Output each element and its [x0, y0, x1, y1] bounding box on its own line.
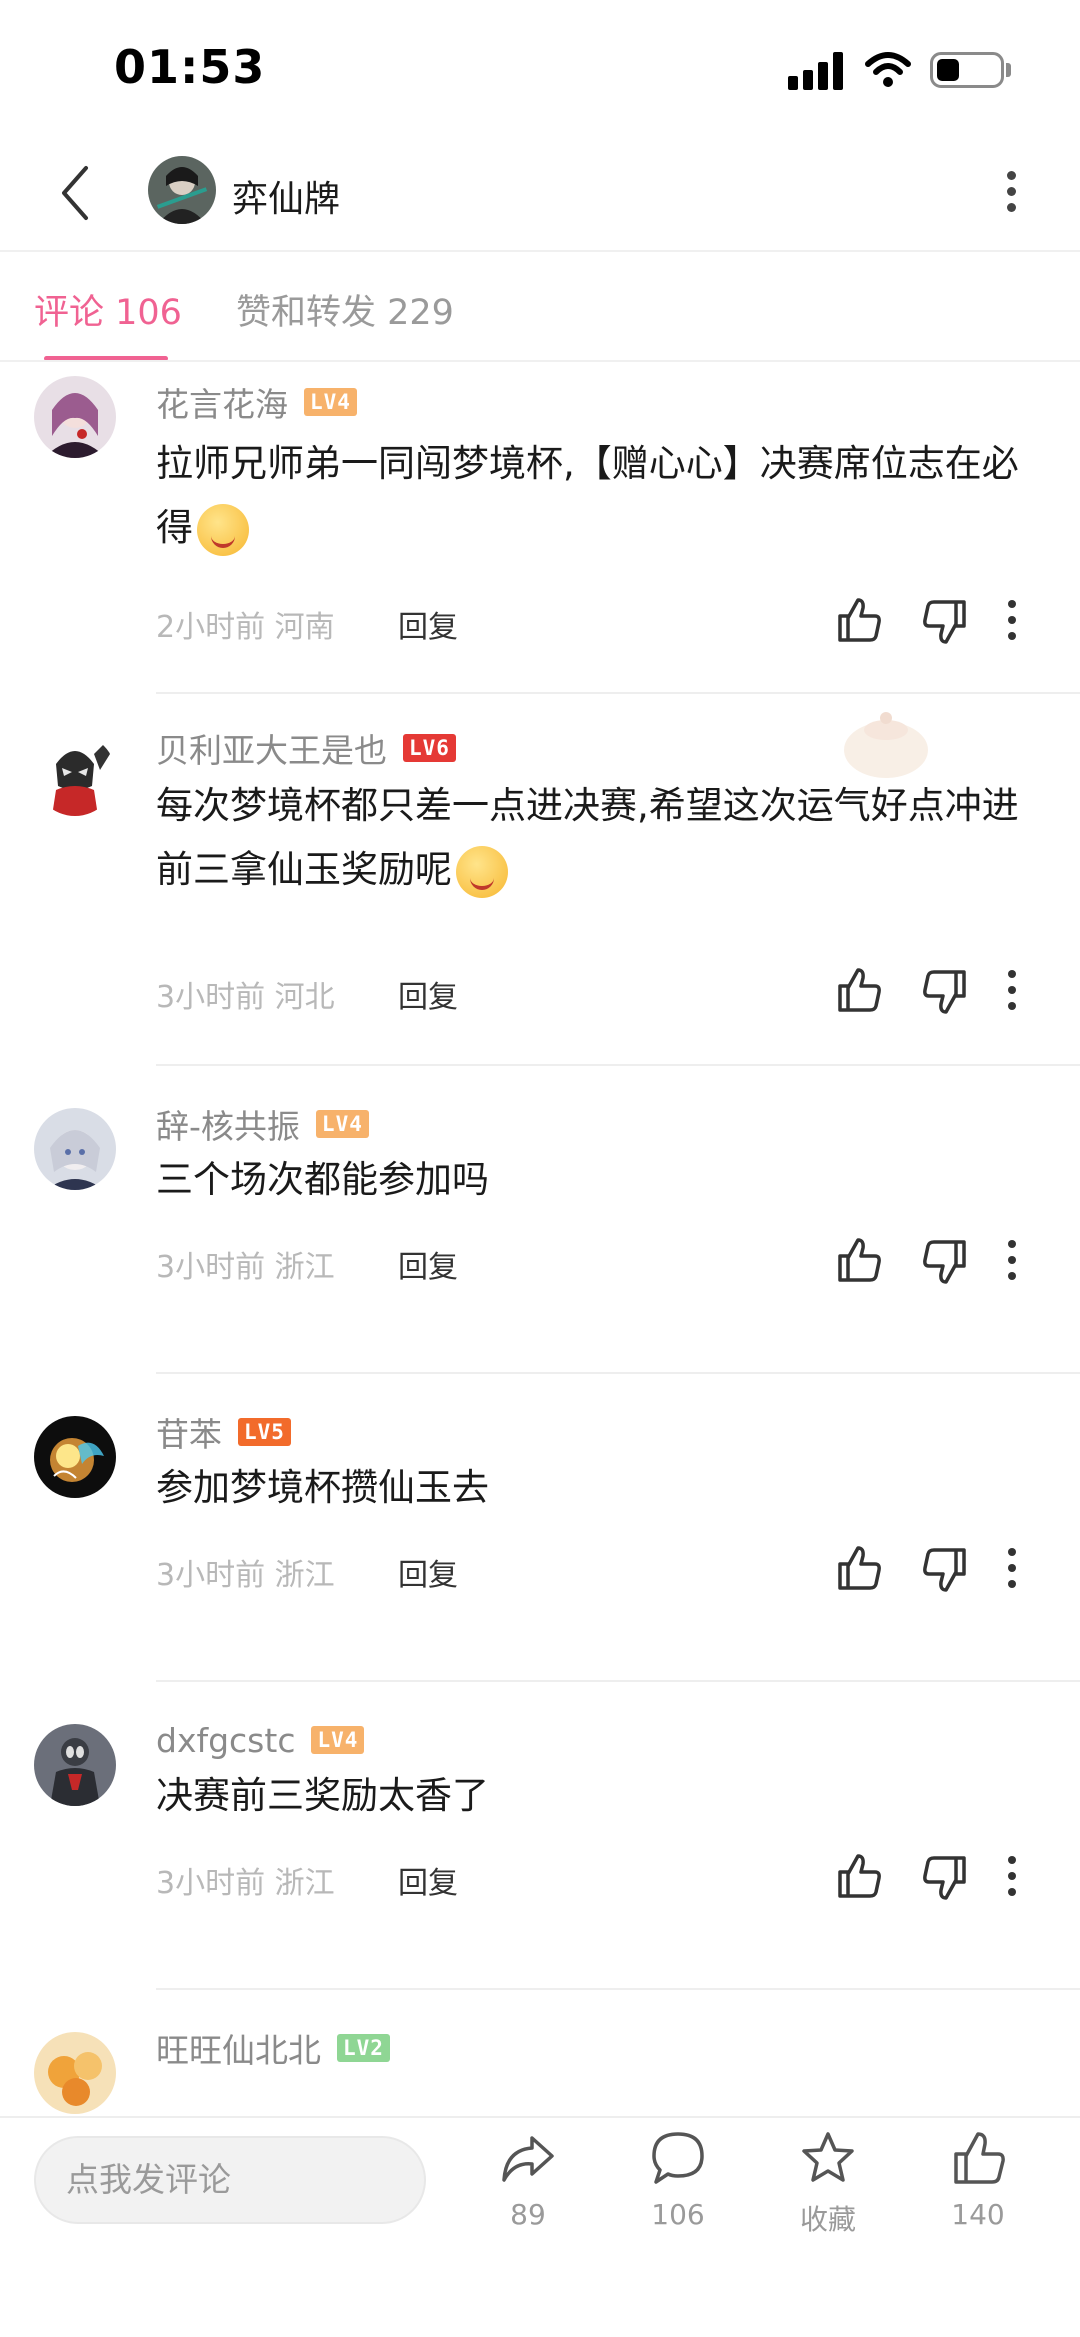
comment-text: 参加梦境杯攒仙玉去	[156, 1466, 489, 1509]
share-count: 89	[510, 2198, 546, 2231]
comment-header: 苷苯 LV5	[156, 1410, 291, 1454]
more-options-icon[interactable]	[996, 164, 1026, 224]
battery-tip	[1006, 63, 1011, 77]
username[interactable]: 花言花海	[156, 378, 288, 426]
avatar[interactable]	[34, 1108, 116, 1190]
like-count: 140	[951, 2198, 1005, 2231]
dislike-icon[interactable]	[918, 594, 974, 650]
emoji-icon	[456, 845, 508, 898]
avatar[interactable]	[34, 1724, 116, 1806]
status-time: 01:53	[114, 40, 266, 94]
reply-button[interactable]: 回复	[398, 1550, 458, 1594]
comment-divider	[156, 1372, 1080, 1374]
bottom-action-bar: 点我发评论 89 106 收藏 140	[0, 2116, 1080, 2337]
emoji-icon	[197, 503, 249, 556]
username[interactable]: 辞-核共振	[156, 1100, 300, 1148]
more-icon[interactable]	[1000, 1232, 1024, 1288]
level-badge: LV4	[311, 1726, 365, 1754]
more-icon[interactable]	[1000, 1540, 1024, 1596]
thumbs-up-icon	[954, 2132, 1005, 2184]
like-button[interactable]: 140	[918, 2128, 1038, 2268]
level-badge: LV2	[337, 2034, 390, 2062]
avatar[interactable]	[34, 1416, 116, 1498]
comment-time-location: 3小时前 浙江	[156, 1558, 335, 1593]
tab-likes-and-shares[interactable]: 赞和转发 229	[236, 284, 454, 335]
back-arrow-icon[interactable]	[48, 158, 108, 228]
avatar[interactable]	[34, 2032, 116, 2114]
comment-list: 花言花海 LV4 拉师兄师弟一同闯梦境杯,【赠心心】决赛席位志在必得 2小时前 …	[0, 362, 1080, 2116]
comment-button[interactable]: 106	[618, 2128, 738, 2268]
star-icon	[802, 2132, 854, 2182]
comment-input[interactable]: 点我发评论	[34, 2136, 426, 2224]
username[interactable]: 旺旺仙北北	[156, 2024, 321, 2072]
comment-header: 花言花海 LV4	[156, 380, 357, 424]
comment-divider	[156, 692, 1080, 694]
comment-text: 每次梦境杯都只差一点进决赛,希望这次运气好点冲进前三拿仙玉奖励呢	[156, 774, 1036, 902]
level-badge: LV4	[304, 388, 357, 416]
comment-header: 旺旺仙北北 LV2	[156, 2026, 390, 2070]
signal-icon	[788, 52, 844, 90]
favorite-button[interactable]: 收藏	[768, 2128, 888, 2268]
like-icon[interactable]	[830, 1848, 886, 1904]
like-icon[interactable]	[830, 592, 886, 648]
wifi-icon	[865, 52, 911, 87]
share-button[interactable]: 89	[468, 2128, 588, 2268]
comment-bubble-icon	[652, 2132, 704, 2184]
header-title: 弈仙牌	[232, 179, 341, 220]
reply-button[interactable]: 回复	[398, 972, 458, 1016]
level-badge: LV4	[315, 1110, 369, 1138]
battery-icon	[930, 52, 1004, 88]
status-bar: 01:53	[0, 0, 1080, 140]
comment-divider	[156, 1064, 1080, 1066]
comment-text: 拉师兄师弟一同闯梦境杯,【赠心心】决赛席位志在必得	[156, 432, 1036, 560]
avatar[interactable]	[34, 734, 116, 816]
like-icon[interactable]	[830, 962, 886, 1018]
share-icon	[502, 2136, 554, 2182]
like-icon[interactable]	[830, 1540, 886, 1596]
comment-time-location: 2小时前 河南	[156, 610, 335, 645]
reply-button[interactable]: 回复	[398, 1858, 458, 1902]
tab-comments[interactable]: 评论 106	[34, 284, 182, 335]
dislike-icon[interactable]	[918, 964, 974, 1020]
comment-time-location: 3小时前 浙江	[156, 1866, 335, 1901]
header: 弈仙牌	[0, 140, 1080, 250]
like-icon[interactable]	[830, 1232, 886, 1288]
comment-divider	[156, 1988, 1080, 1990]
dislike-icon[interactable]	[918, 1542, 974, 1598]
more-icon[interactable]	[1000, 1848, 1024, 1904]
header-avatar[interactable]	[148, 156, 216, 224]
avatar[interactable]	[34, 376, 116, 458]
comment-text: 决赛前三奖励太香了	[156, 1774, 489, 1817]
tab-bar: 评论 106 赞和转发 229	[0, 252, 1080, 362]
comment-text: 三个场次都能参加吗	[156, 1158, 489, 1201]
more-icon[interactable]	[1000, 592, 1024, 648]
reply-button[interactable]: 回复	[398, 1242, 458, 1286]
more-icon[interactable]	[1000, 962, 1024, 1018]
comment-header: dxfgcstc LV4	[156, 1718, 365, 1762]
level-badge: LV5	[238, 1418, 291, 1446]
username[interactable]: 苷苯	[156, 1408, 222, 1456]
dislike-icon[interactable]	[918, 1850, 974, 1906]
comment-divider	[156, 1680, 1080, 1682]
comment-time-location: 3小时前 浙江	[156, 1250, 335, 1285]
comment-header: 辞-核共振 LV4	[156, 1102, 369, 1146]
username[interactable]: 贝利亚大王是也	[156, 724, 387, 772]
username[interactable]: dxfgcstc	[156, 1721, 295, 1760]
dislike-icon[interactable]	[918, 1234, 974, 1290]
comment-time-location: 3小时前 河北	[156, 980, 335, 1015]
comment-header: 贝利亚大王是也 LV6	[156, 726, 456, 770]
comment-count: 106	[651, 2198, 705, 2231]
reply-button[interactable]: 回复	[398, 602, 458, 646]
favorite-label: 收藏	[799, 2203, 856, 2236]
level-badge: LV6	[403, 734, 456, 762]
